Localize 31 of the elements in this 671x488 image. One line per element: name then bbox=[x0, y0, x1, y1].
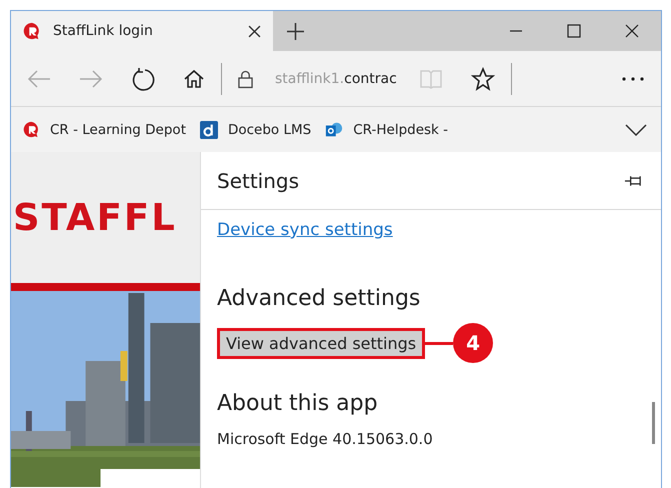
device-sync-link[interactable]: Device sync settings bbox=[217, 220, 393, 240]
version-text: Microsoft Edge 40.15063.0.0 bbox=[217, 430, 433, 448]
staff-logo: STAFFL bbox=[12, 196, 177, 239]
lock-icon bbox=[238, 68, 253, 88]
favorite-link[interactable]: Docebo LMS bbox=[200, 120, 312, 138]
close-icon[interactable] bbox=[248, 24, 261, 38]
favorite-link[interactable]: CR-Helpdesk - bbox=[325, 120, 448, 138]
refresh-icon[interactable] bbox=[131, 66, 155, 90]
chevron-down-icon[interactable] bbox=[625, 124, 647, 136]
browser-tab[interactable]: StaffLink login bbox=[11, 11, 273, 51]
logo-icon bbox=[23, 22, 41, 40]
logo-icon bbox=[325, 120, 344, 138]
star-icon[interactable] bbox=[470, 66, 495, 90]
logo-icon bbox=[23, 121, 40, 138]
scrollbar-thumb[interactable] bbox=[652, 402, 655, 444]
section-heading: Advanced settings bbox=[217, 286, 420, 311]
section-heading: About this app bbox=[217, 391, 378, 416]
leader-line bbox=[425, 342, 454, 344]
logo-icon bbox=[200, 120, 218, 138]
tab-title: StaffLink login bbox=[53, 23, 154, 39]
close-icon[interactable] bbox=[625, 24, 639, 38]
new-tab-icon[interactable] bbox=[287, 22, 304, 40]
home-icon[interactable] bbox=[183, 68, 205, 88]
address-field[interactable]: stafflink1.contrac bbox=[275, 70, 397, 86]
view-advanced-settings-button[interactable]: View advanced settings bbox=[217, 328, 426, 358]
favorite-link[interactable]: CR - Learning Depot bbox=[23, 121, 186, 138]
step-number-badge: 4 bbox=[453, 323, 494, 363]
panel-title: Settings bbox=[217, 168, 300, 192]
maximize-icon[interactable] bbox=[567, 24, 581, 38]
more-icon[interactable] bbox=[621, 76, 645, 82]
pin-icon[interactable] bbox=[624, 174, 643, 186]
